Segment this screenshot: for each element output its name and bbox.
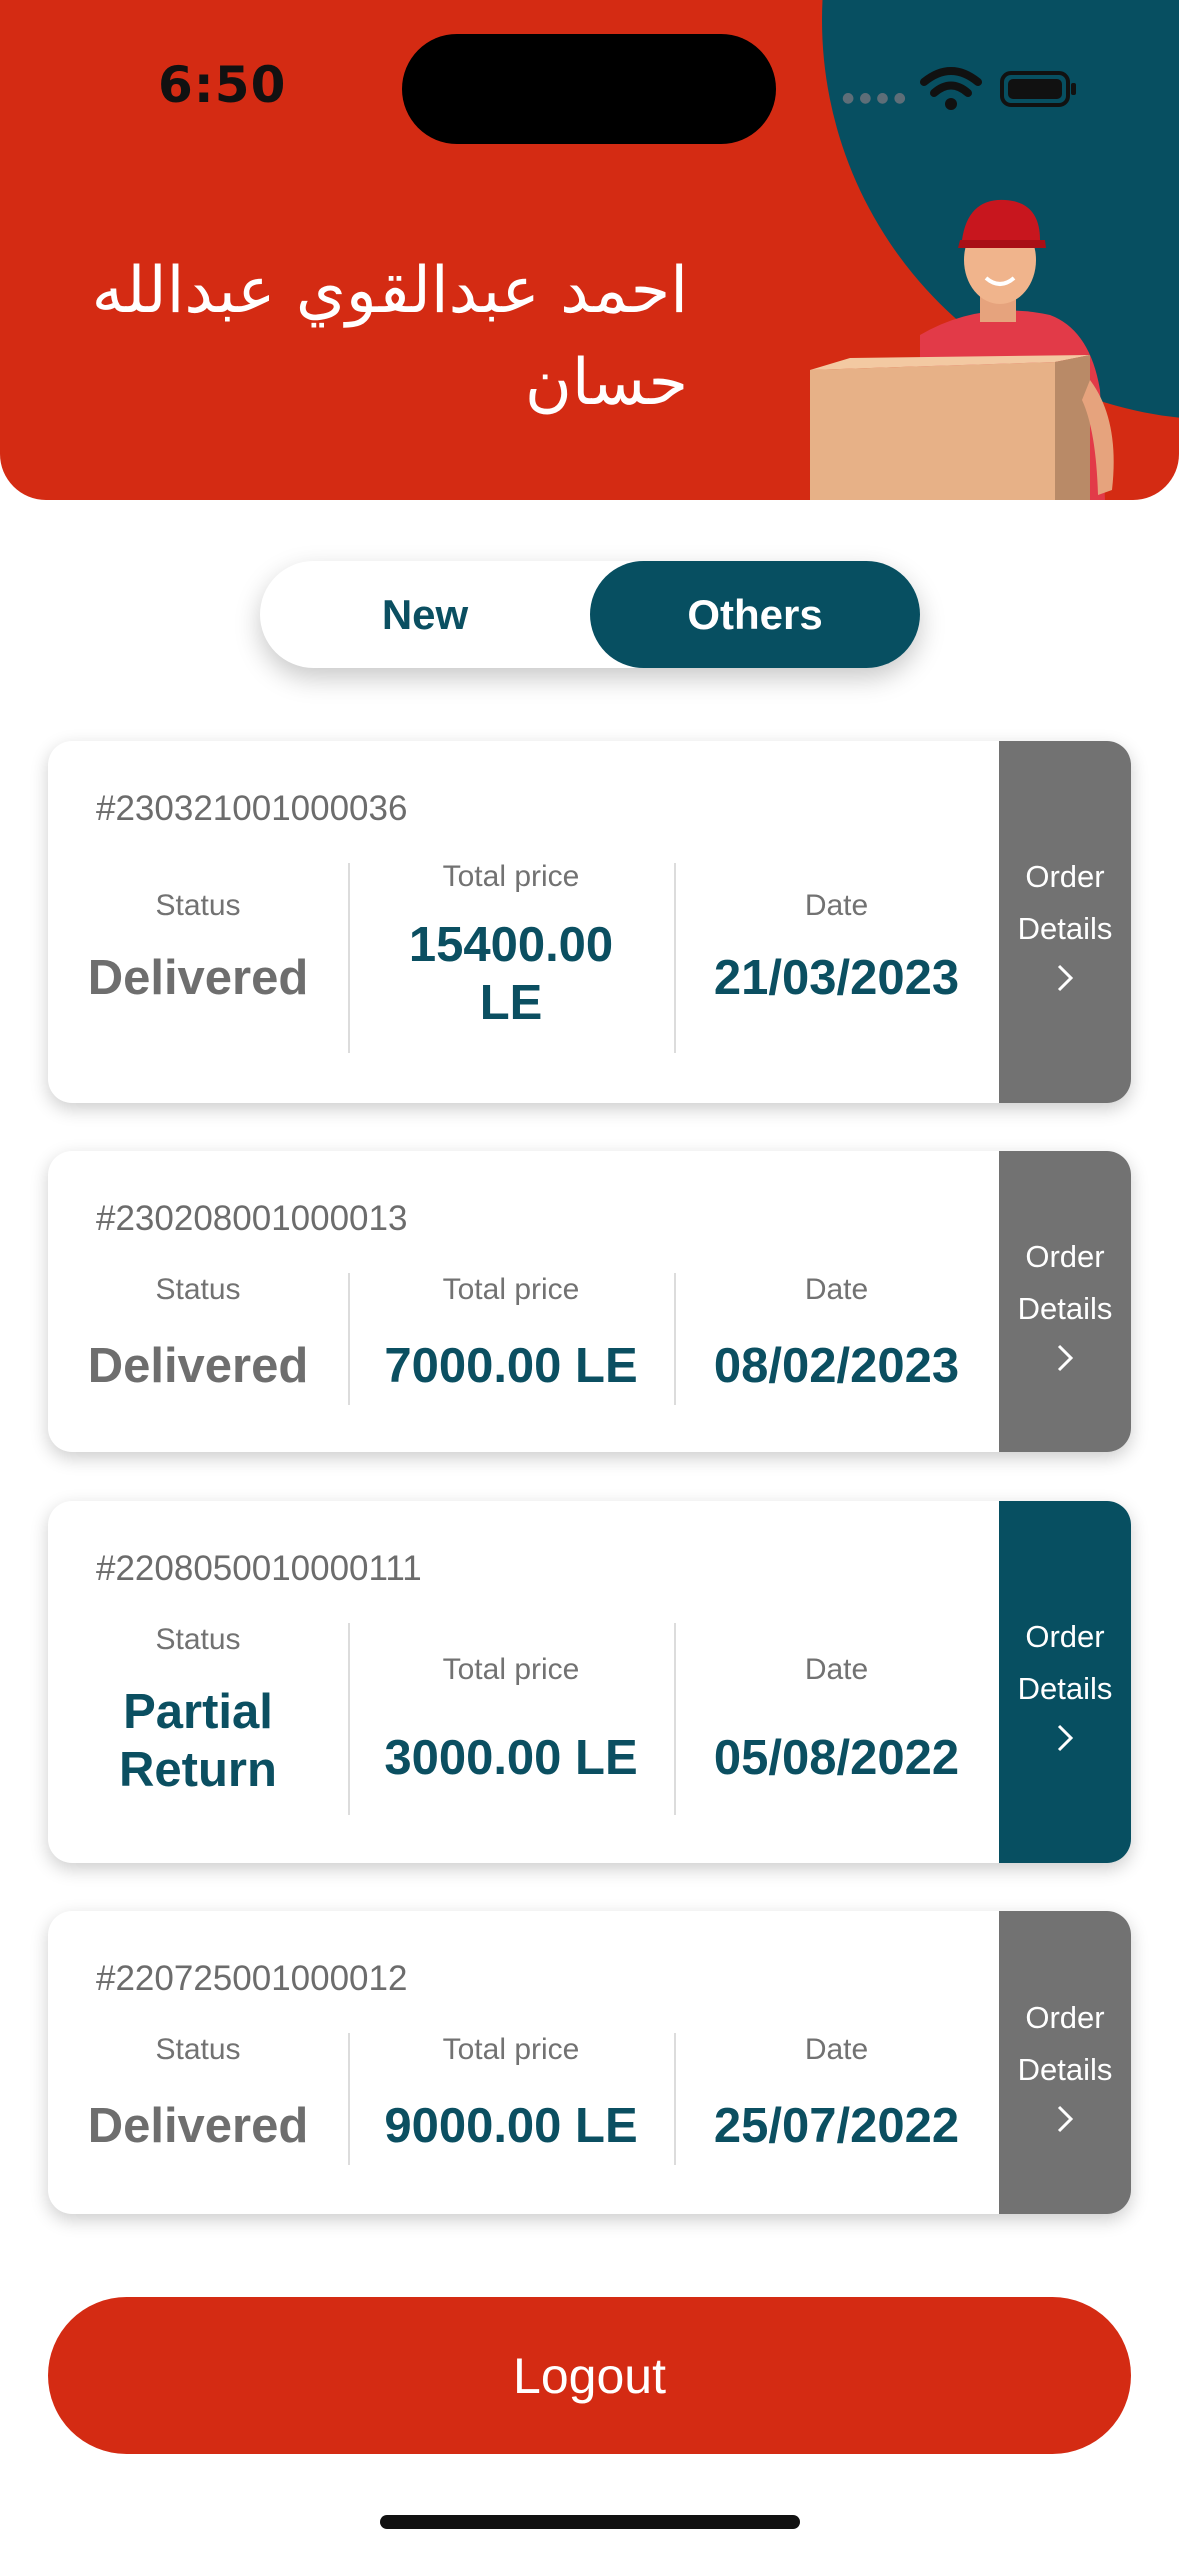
order-card: #230321001000036 Status Delivered Total … (48, 741, 1131, 1103)
order-details-label-1: Order (1025, 1238, 1105, 1274)
status-icons: ●●●● (842, 62, 1082, 112)
home-indicator (380, 2515, 800, 2529)
order-card: #220725001000012 Status Delivered Total … (48, 1911, 1131, 2214)
total-label: Total price (442, 1273, 580, 1306)
order-status: Delivered (87, 1339, 309, 1393)
total-column: Total price 9000.00 LE (348, 2033, 674, 2155)
order-total: 9000.00 LE (384, 2099, 638, 2153)
order-card: #230208001000013 Status Delivered Total … (48, 1151, 1131, 1452)
order-date: 05/08/2022 (713, 1731, 960, 1785)
order-total: 7000.00 LE (384, 1339, 638, 1393)
order-number: #230321001000036 (96, 789, 408, 828)
order-details-label-1: Order (1025, 859, 1105, 894)
user-name-line2: حسان (524, 346, 688, 420)
order-details-button[interactable]: Order Details (999, 1911, 1131, 2214)
date-label: Date (804, 1653, 869, 1686)
order-filter-toggle: New Others (260, 561, 920, 668)
chevron-right-icon (1057, 1344, 1074, 1371)
order-card: #2208050010000111 Status Partial Return … (48, 1501, 1131, 1863)
status-column: Status Partial Return (48, 1623, 348, 1799)
order-details-label-2: Details (1017, 1671, 1113, 1706)
order-date: 21/03/2023 (713, 951, 960, 1005)
chevron-right-icon (1057, 1724, 1074, 1752)
status-label: Status (155, 2033, 241, 2066)
status-column: Status Delivered (48, 889, 348, 1007)
total-label: Total price (442, 1653, 580, 1686)
order-details-label-2: Details (1017, 911, 1113, 946)
logout-button[interactable]: Logout (48, 2297, 1131, 2454)
date-column: Date 05/08/2022 (674, 1653, 999, 1787)
status-label: Status (155, 1273, 241, 1306)
dynamic-island (402, 34, 776, 144)
order-total: 3000.00 LE (384, 1731, 638, 1785)
order-status: Partial Return (119, 1685, 277, 1797)
date-label: Date (804, 1273, 869, 1306)
status-label: Status (155, 1623, 241, 1656)
status-time: 6:50 (158, 56, 287, 114)
signal-icon: ●●●● (842, 90, 911, 106)
battery-icon (1000, 71, 1076, 107)
chevron-right-icon (1057, 964, 1074, 992)
delivery-man-illustration (810, 199, 1114, 500)
total-column: Total price 7000.00 LE (348, 1273, 674, 1395)
order-details-label-2: Details (1017, 1290, 1113, 1326)
order-number: #220725001000012 (96, 1959, 408, 1998)
chevron-right-icon (1057, 2105, 1074, 2132)
order-total: 15400.00 LE (408, 918, 614, 1030)
order-number: #230208001000013 (96, 1199, 408, 1238)
order-details-button[interactable]: Order Details (999, 1151, 1131, 1452)
date-label: Date (804, 889, 869, 922)
user-name: احمد عبدالقوي عبدالله حسان (48, 245, 688, 429)
status-column: Status Delivered (48, 2033, 348, 2155)
order-details-label-2: Details (1017, 2051, 1113, 2087)
order-number: #2208050010000111 (96, 1549, 422, 1588)
user-name-line1: احمد عبدالقوي عبدالله (91, 254, 688, 328)
date-column: Date 25/07/2022 (674, 2033, 999, 2155)
tab-new[interactable]: New (260, 561, 590, 668)
total-column: Total price 15400.00 LE (348, 860, 674, 1032)
total-label: Total price (442, 860, 580, 893)
status-column: Status Delivered (48, 1273, 348, 1395)
tab-others[interactable]: Others (590, 561, 920, 668)
total-label: Total price (442, 2033, 580, 2066)
status-label: Status (155, 889, 241, 922)
date-column: Date 08/02/2023 (674, 1273, 999, 1395)
order-details-label-1: Order (1025, 1999, 1105, 2035)
date-column: Date 21/03/2023 (674, 889, 999, 1007)
order-date: 25/07/2022 (713, 2099, 960, 2153)
order-date: 08/02/2023 (713, 1339, 960, 1393)
total-column: Total price 3000.00 LE (348, 1653, 674, 1787)
order-details-button[interactable]: Order Details (999, 1501, 1131, 1863)
wifi-icon (920, 67, 982, 110)
date-label: Date (804, 2033, 869, 2066)
order-details-button[interactable]: Order Details (999, 741, 1131, 1103)
profile-header: 6:50 ●●●● احمد عبدالقوي عبدالله حسان (0, 0, 1179, 500)
order-status: Delivered (87, 951, 309, 1005)
order-status: Delivered (87, 2099, 309, 2153)
order-details-label-1: Order (1025, 1619, 1105, 1654)
